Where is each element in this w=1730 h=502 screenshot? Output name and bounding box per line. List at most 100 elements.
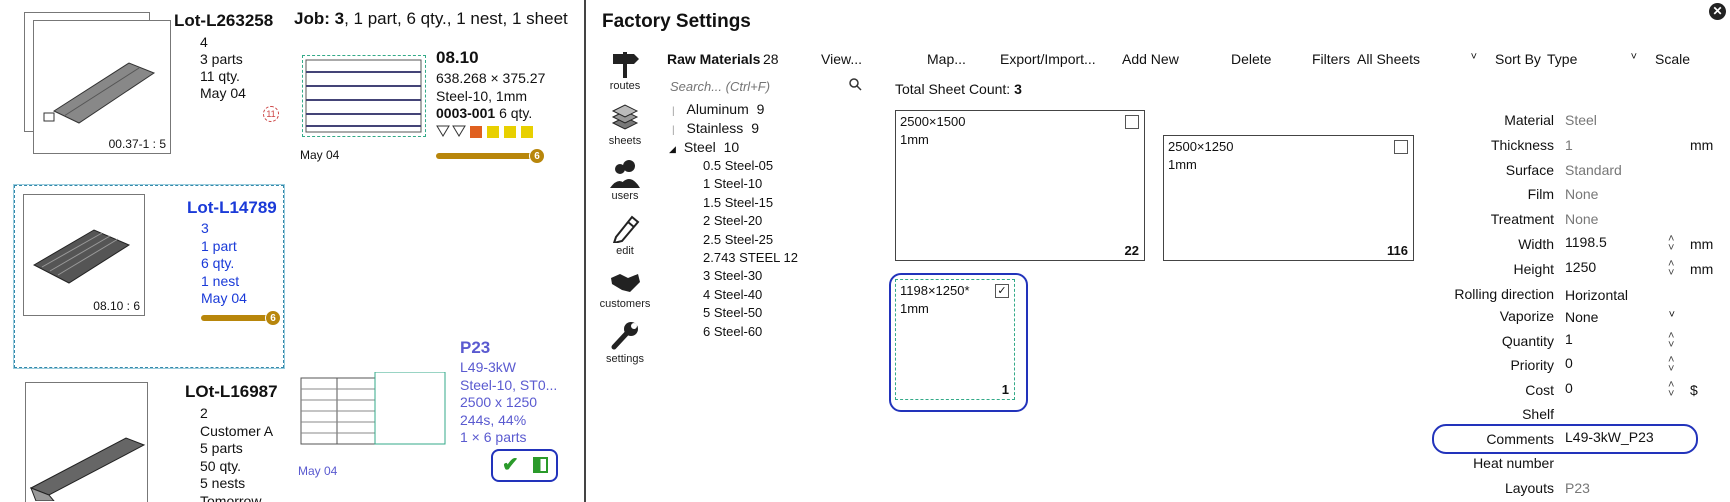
cost-input[interactable]: [1565, 380, 1660, 396]
rolling-direction-value[interactable]: Horizontal: [1565, 287, 1628, 303]
view-button[interactable]: View...: [821, 51, 862, 67]
map-button[interactable]: Map...: [927, 51, 966, 67]
priority-stepper-icon[interactable]: ˄ ˅: [1668, 355, 1674, 375]
vaporize-value: None: [1565, 309, 1599, 325]
priority-input[interactable]: [1565, 355, 1660, 371]
vaporize-dropdown[interactable]: None ˅: [1565, 309, 1675, 325]
tree-expanded-icon: ◢: [669, 144, 676, 154]
heat-number-input[interactable]: [1565, 453, 1675, 469]
tree-subitem[interactable]: 2.5 Steel-25: [703, 232, 773, 247]
filters-dropdown[interactable]: All Sheets ˅: [1357, 51, 1477, 67]
filters-value: All Sheets: [1357, 51, 1421, 67]
sheet-count: 22: [1124, 243, 1139, 258]
scale-button[interactable]: Scale: [1655, 51, 1690, 67]
sheet-size: 4: [703, 287, 711, 302]
layout-date: May 04: [298, 464, 338, 478]
search-icon[interactable]: [849, 78, 862, 91]
height-stepper-icon[interactable]: ˄ ˅: [1668, 259, 1674, 279]
chevron-down-icon: ˅: [1470, 51, 1477, 63]
cost-stepper-icon[interactable]: ˄ ˅: [1668, 380, 1674, 400]
width-input[interactable]: [1565, 234, 1660, 250]
signpost-icon: [613, 52, 639, 78]
nav-settings[interactable]: settings: [590, 321, 660, 365]
tree-item-steel[interactable]: ◢ Steel 10: [669, 139, 739, 155]
prop-label: Width: [1518, 236, 1554, 252]
sheet-checkbox[interactable]: ✓: [995, 284, 1009, 298]
tree-label: Stainless: [686, 120, 744, 136]
lot-line: Tomorrow: [200, 492, 262, 502]
shelf-input[interactable]: [1565, 404, 1675, 420]
nest-progress-count: 6: [529, 148, 545, 164]
part-preview-icon: [32, 229, 131, 284]
nav-label: edit: [616, 245, 634, 257]
lot-line: 5 nests: [200, 475, 246, 491]
nest-lines-icon: [305, 59, 422, 133]
layout-actions-highlight: ✔: [491, 449, 558, 482]
nest-preview: [302, 55, 426, 137]
tree-subitem[interactable]: 3 Steel-30: [703, 268, 762, 283]
lot-name: LOt-L16987: [185, 382, 278, 401]
sheet-name: Steel-20: [713, 213, 763, 228]
tree-subitem[interactable]: 0.5 Steel-05: [703, 158, 773, 173]
nav-users[interactable]: users: [590, 158, 660, 202]
prop-label: Shelf: [1522, 406, 1554, 422]
layout-line: 244s, 44%: [460, 411, 527, 428]
tree-subitem[interactable]: 1 Steel-10: [703, 176, 762, 191]
close-icon[interactable]: ✕: [1709, 3, 1726, 20]
nav-routes[interactable]: routes: [590, 48, 660, 92]
quantity-stepper-icon[interactable]: ˄ ˅: [1668, 331, 1674, 351]
checkmark-icon[interactable]: ✔: [502, 452, 519, 477]
prop-label: Film: [1527, 186, 1554, 202]
thumb-caption: 00.37-1 : 5: [108, 137, 166, 151]
tree-subitem[interactable]: 4 Steel-40: [703, 287, 762, 302]
sheet-thickness: 1mm: [900, 301, 929, 316]
tree-item-aluminum[interactable]: | Aluminum 9: [672, 101, 764, 117]
nav-customers[interactable]: customers: [590, 268, 660, 310]
delete-button[interactable]: Delete: [1231, 51, 1271, 67]
tree-subitem[interactable]: 2 Steel-20: [703, 213, 762, 228]
export-import-button[interactable]: Export/Import...: [1000, 51, 1096, 67]
quantity-input[interactable]: [1565, 331, 1660, 347]
material-value: Steel: [1565, 112, 1597, 128]
prop-label: Thickness: [1490, 137, 1554, 153]
part-qty: 6 qty.: [499, 105, 533, 121]
treatment-value: None: [1565, 211, 1599, 227]
sheet-size: 1: [703, 176, 711, 191]
add-new-button[interactable]: Add New: [1122, 51, 1179, 67]
comments-input[interactable]: [1565, 429, 1685, 445]
sheet-card-selected[interactable]: 1198×1250* 1mm ✓ 1: [895, 279, 1015, 400]
sort-by-label: Sort By: [1495, 51, 1541, 67]
sheet-thickness: 1mm: [900, 132, 929, 147]
job-number: 3: [334, 9, 345, 28]
nav-sheets[interactable]: sheets: [590, 103, 660, 147]
wrench-icon: [611, 322, 638, 350]
width-stepper-icon[interactable]: ˄ ˅: [1668, 234, 1674, 254]
sheet-name: Steel-40: [713, 287, 763, 302]
handshake-icon: [611, 274, 640, 292]
sort-dropdown[interactable]: Type ˅: [1547, 51, 1637, 67]
process-steps-icon: [436, 125, 533, 138]
sheet-card[interactable]: 2500×1250 1mm 116: [1163, 135, 1414, 261]
nav-label: sheets: [608, 135, 642, 147]
part-preview-icon: [43, 62, 156, 124]
panel-divider: [584, 0, 586, 502]
tree-subitem[interactable]: 5 Steel-50: [703, 305, 762, 320]
tree-subitem[interactable]: 6 Steel-60: [703, 324, 762, 339]
prop-label: Heat number: [1473, 455, 1554, 471]
sheet-checkbox[interactable]: [1125, 115, 1139, 129]
count-badge: 11: [263, 106, 279, 122]
nav-edit[interactable]: edit: [590, 213, 660, 257]
tree-item-stainless[interactable]: | Stainless 9: [672, 120, 759, 136]
lot-line: 1 part: [201, 237, 237, 254]
total-sheet-count: Total Sheet Count: 3: [895, 81, 1022, 97]
tree-subitem[interactable]: 1.5 Steel-15: [703, 195, 773, 210]
sheet-size: 6: [703, 324, 711, 339]
height-input[interactable]: [1565, 259, 1660, 275]
lot-item-selected[interactable]: 08.10 : 6 Lot-L14789 3 1 part 6 qty. 1 n…: [13, 184, 285, 369]
sheet-card[interactable]: 2500×1500 1mm 22: [895, 110, 1145, 261]
tree-label: Steel: [683, 139, 716, 155]
tree-subitem[interactable]: 2.743 STEEL 12: [703, 250, 798, 265]
search-input[interactable]: [670, 76, 870, 96]
prop-label: Surface: [1505, 162, 1554, 178]
split-view-icon[interactable]: [533, 457, 548, 473]
